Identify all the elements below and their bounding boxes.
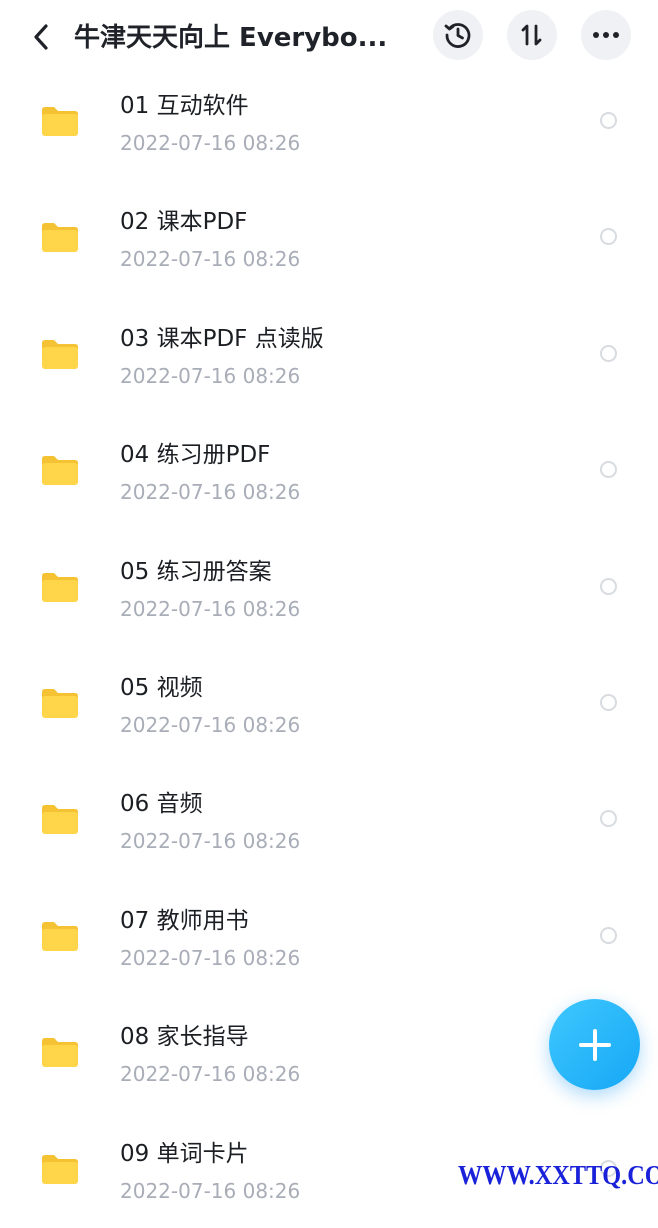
- folder-row[interactable]: 02 课本PDF 2022-07-16 08:26: [0, 180, 658, 296]
- back-button[interactable]: [24, 20, 58, 54]
- folder-icon: [42, 1038, 78, 1068]
- folder-icon: [42, 107, 78, 136]
- folder-date: 2022-07-16 08:26: [120, 945, 301, 970]
- sort-arrows-icon: [521, 24, 542, 46]
- more-button[interactable]: [581, 10, 631, 60]
- folder-name: 02 课本PDF: [120, 209, 248, 236]
- select-radio[interactable]: [600, 926, 617, 944]
- folder-icon: [42, 1154, 78, 1184]
- chevron-left-icon: [34, 24, 48, 50]
- select-radio[interactable]: [600, 112, 617, 129]
- folder-row[interactable]: 05 视频 2022-07-16 08:26: [0, 646, 658, 762]
- folder-icon: [42, 339, 78, 369]
- folder-name: 05 练习册答案: [120, 558, 272, 585]
- select-radio[interactable]: [600, 577, 617, 595]
- folder-date: 2022-07-16 08:26: [120, 131, 301, 155]
- folder-name: 03 课本PDF 点读版: [120, 325, 324, 352]
- select-radio[interactable]: [600, 461, 617, 479]
- folder-date: 2022-07-16 08:26: [120, 363, 301, 388]
- plus-icon: [578, 1028, 611, 1061]
- folder-row[interactable]: 03 课本PDF 点读版 2022-07-16 08:26: [0, 297, 658, 413]
- folder-icon: [42, 572, 78, 602]
- folder-date: 2022-07-16 08:26: [120, 1178, 301, 1203]
- folder-row[interactable]: 06 音频 2022-07-16 08:26: [0, 762, 658, 878]
- watermark-text: WWW.XXTTQ.COM: [458, 1160, 658, 1190]
- folder-name: 04 练习册PDF: [120, 442, 271, 469]
- folder-date: 2022-07-16 08:26: [120, 480, 301, 505]
- folder-date: 2022-07-16 08:26: [120, 596, 301, 621]
- folder-icon: [42, 688, 78, 718]
- select-radio[interactable]: [600, 693, 617, 711]
- select-radio[interactable]: [600, 344, 617, 362]
- select-radio[interactable]: [600, 228, 617, 246]
- folder-name: 08 家长指导: [120, 1024, 249, 1051]
- folder-date: 2022-07-16 08:26: [120, 247, 301, 272]
- folder-icon: [42, 805, 78, 835]
- select-radio[interactable]: [600, 810, 617, 828]
- add-button[interactable]: [549, 999, 640, 1090]
- folder-date: 2022-07-16 08:26: [120, 829, 301, 854]
- folder-name: 01 互动软件: [120, 93, 249, 119]
- history-clock-icon: [444, 23, 471, 48]
- folder-icon: [42, 223, 78, 253]
- folder-icon: [42, 921, 78, 951]
- folder-name: 09 单词卡片: [120, 1140, 249, 1167]
- folder-name: 07 教师用书: [120, 907, 249, 934]
- folder-date: 2022-07-16 08:26: [120, 712, 301, 737]
- folder-name: 06 音频: [120, 791, 203, 818]
- history-button[interactable]: [433, 10, 483, 60]
- folder-name: 05 视频: [120, 674, 203, 701]
- folder-icon: [42, 456, 78, 486]
- folder-row[interactable]: 05 练习册答案 2022-07-16 08:26: [0, 530, 658, 646]
- folder-date: 2022-07-16 08:26: [120, 1062, 301, 1087]
- folder-row[interactable]: 04 练习册PDF 2022-07-16 08:26: [0, 413, 658, 529]
- page-title: 牛津天天向上 Everybo...: [74, 23, 388, 53]
- sort-button[interactable]: [507, 10, 557, 60]
- folder-row[interactable]: 01 互动软件 2022-07-16 08:26: [0, 64, 658, 180]
- more-dots-icon: [593, 32, 619, 38]
- folder-row[interactable]: 07 教师用书 2022-07-16 08:26: [0, 879, 658, 995]
